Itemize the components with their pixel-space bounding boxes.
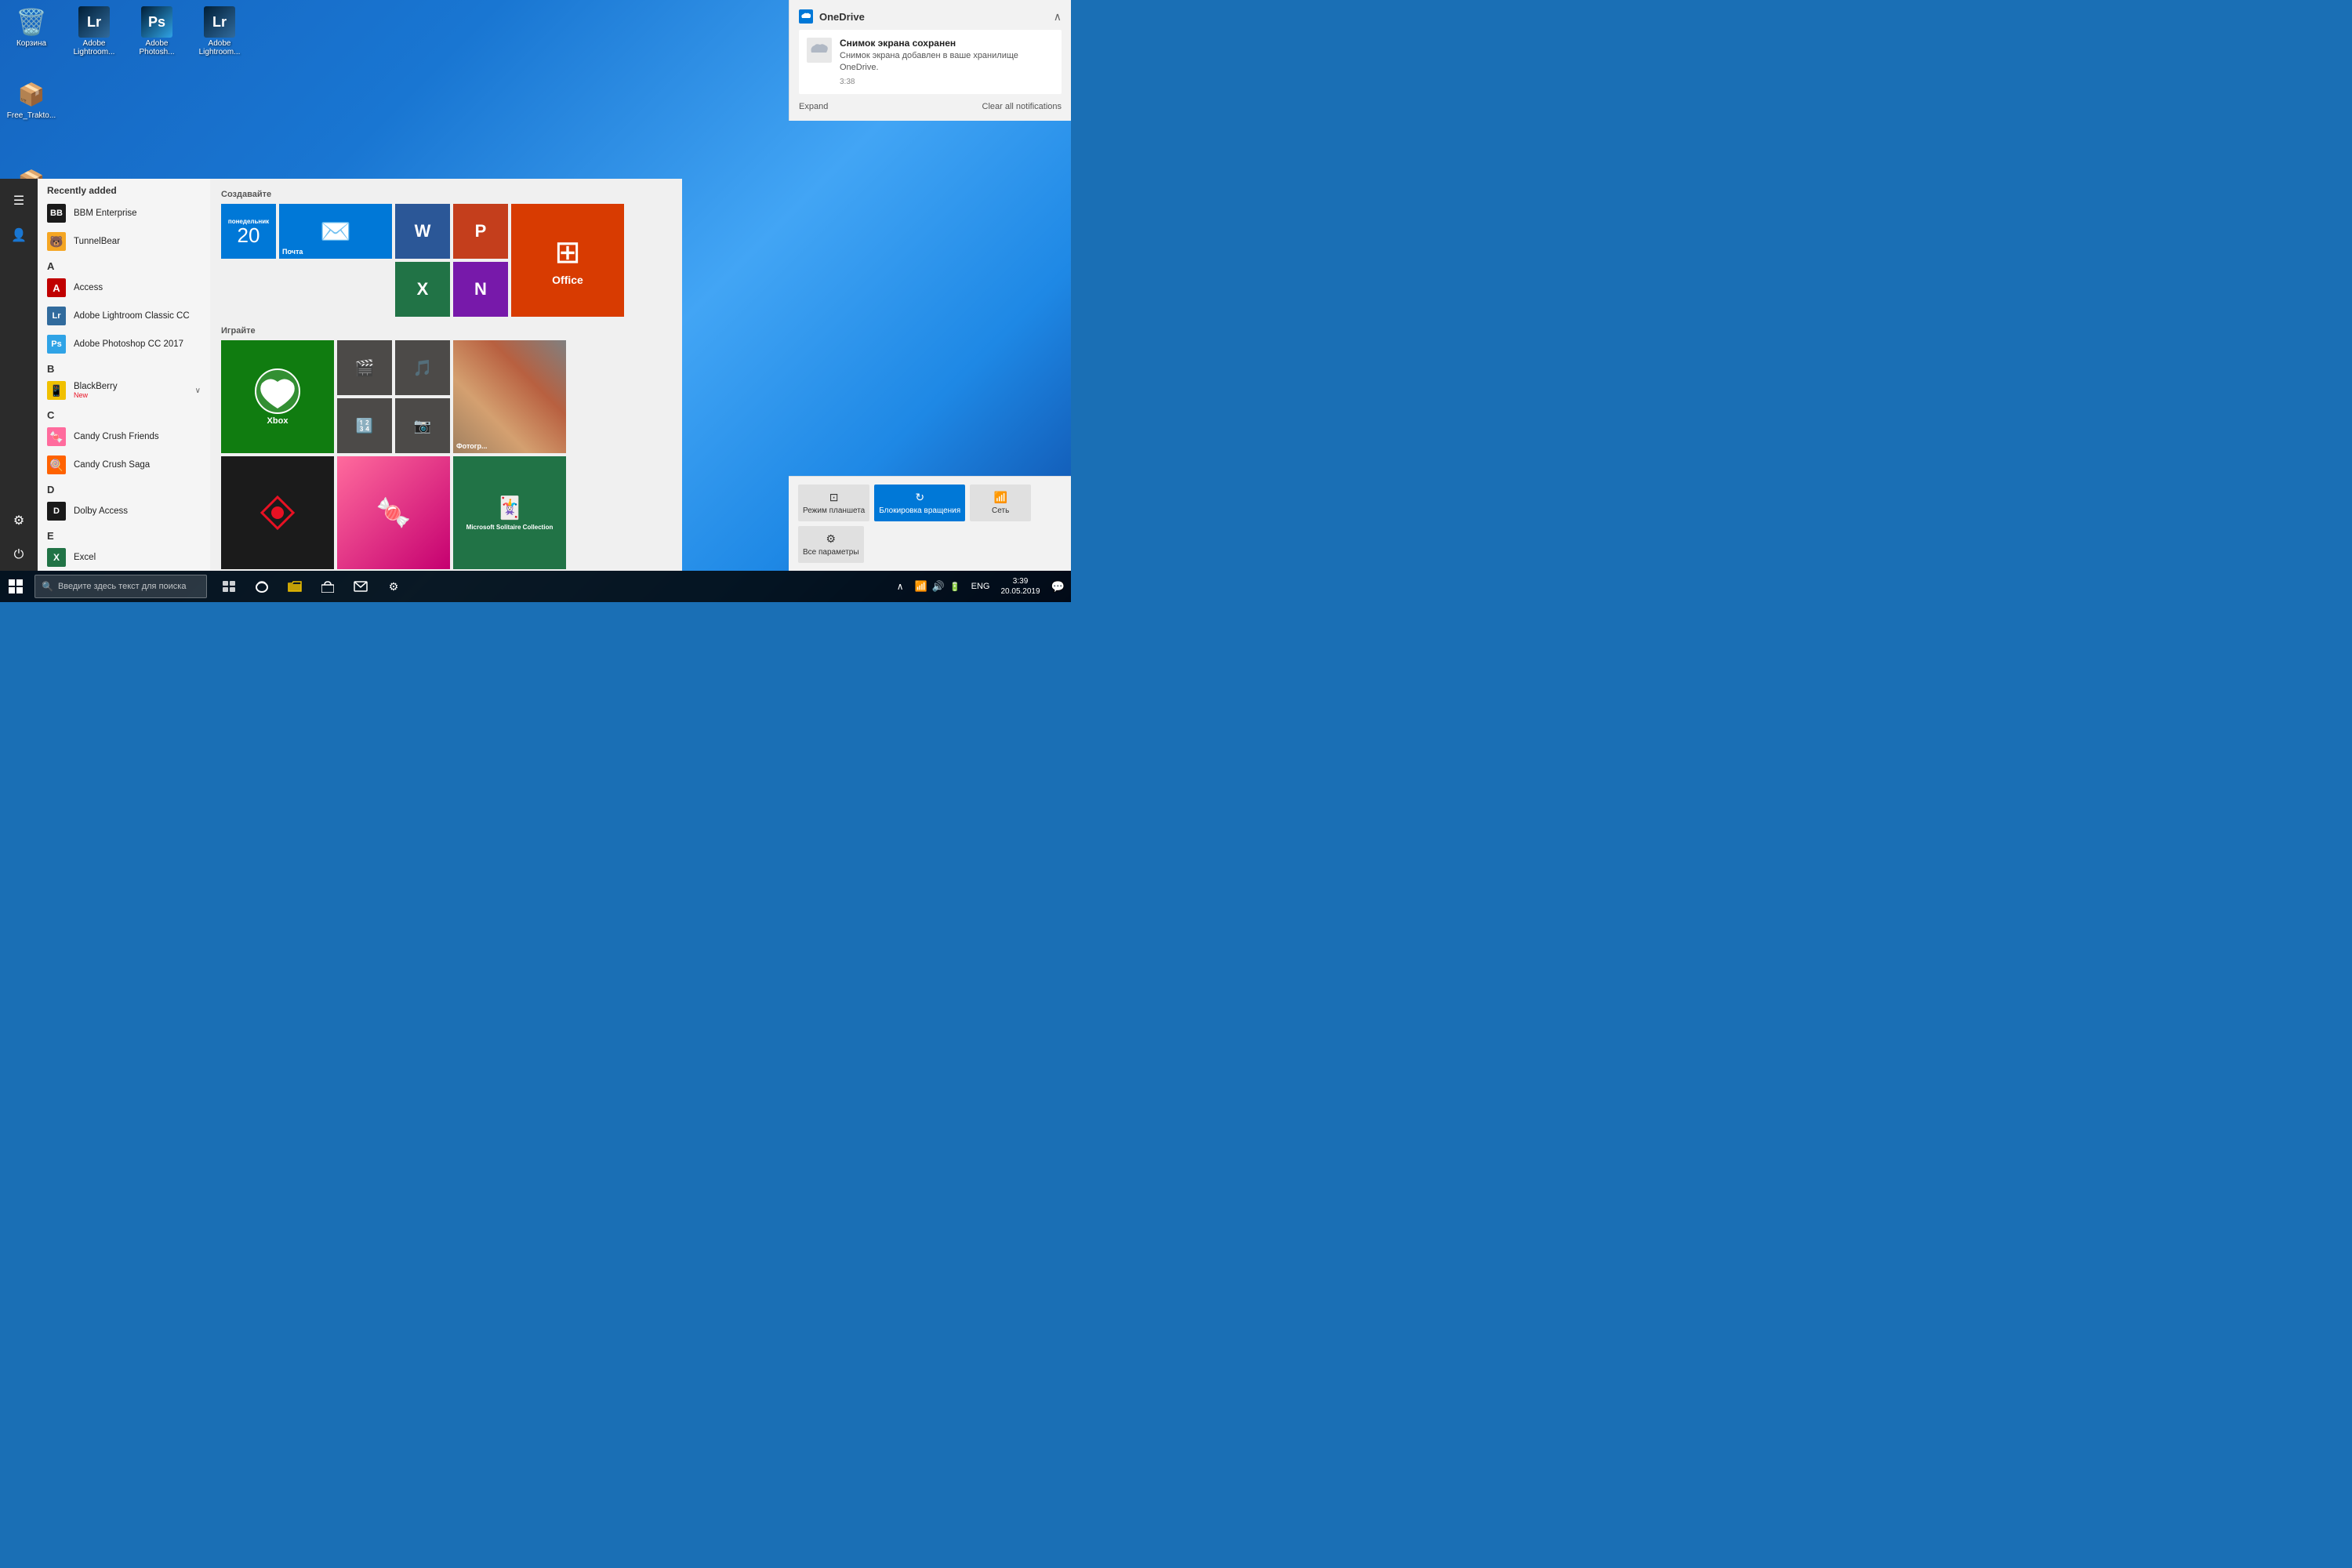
taskbar-taskview[interactable] xyxy=(213,571,245,602)
tiles-section-play: Играйте Xbox 🎬 xyxy=(221,326,671,571)
tile-photos[interactable]: Фотогр... xyxy=(453,340,566,453)
mail-label: Почта xyxy=(282,248,303,256)
onedrive-icon xyxy=(799,9,813,24)
taskbar-tray-icons: 📶 🔊 🔋 xyxy=(910,580,965,593)
taskbar-lang[interactable]: ENG xyxy=(968,571,993,602)
app-item-candy-friends[interactable]: 🍬 Candy Crush Friends xyxy=(38,423,210,451)
taskbar-middle: ⚙ xyxy=(213,571,409,602)
app-item-photoshop[interactable]: Ps Adobe Photoshop CC 2017 xyxy=(38,330,210,358)
taskbar-action-center[interactable]: 💬 xyxy=(1048,571,1068,602)
app-item-lightroom[interactable]: Lr Adobe Lightroom Classic CC xyxy=(38,302,210,330)
tiles-section-create: Создавайте понедельник 20 ✉️ Почта xyxy=(221,190,671,317)
tray-network[interactable]: 📶 xyxy=(915,580,927,593)
notification-body: Снимок экрана сохранен Снимок экрана доб… xyxy=(840,38,1054,86)
app-item-tunnelbear[interactable]: 🐻 TunnelBear xyxy=(38,227,210,256)
app-item-bbm[interactable]: BB BBM Enterprise xyxy=(38,199,210,227)
tile-excel[interactable]: X xyxy=(395,262,450,317)
tile-calc[interactable]: 🔢 xyxy=(337,398,392,453)
app-item-access[interactable]: A Access xyxy=(38,274,210,302)
play-label: Играйте xyxy=(221,326,671,336)
taskbar-chevron[interactable]: ∧ xyxy=(894,571,907,602)
tile-xbox[interactable]: Xbox xyxy=(221,340,334,453)
taskbar-store[interactable] xyxy=(312,571,343,602)
taskbar-edge[interactable] xyxy=(246,571,278,602)
tile-flipboard[interactable] xyxy=(221,456,334,569)
tile-candy-friends[interactable]: 🍬 xyxy=(337,456,450,569)
tile-ppt[interactable]: P xyxy=(453,204,508,259)
taskbar-settings[interactable]: ⚙ xyxy=(378,571,409,602)
notification-header: OneDrive ∧ xyxy=(799,9,1062,24)
taskbar: 🔍 Введите здесь текст для поиска ⚙ ∧ xyxy=(0,571,1071,602)
taskbar-clock[interactable]: 3:39 20.05.2019 xyxy=(996,576,1045,597)
tile-camera[interactable]: 📷 xyxy=(395,398,450,453)
tile-calendar[interactable]: понедельник 20 xyxy=(221,204,276,259)
action-network[interactable]: 📶 Сеть xyxy=(970,485,1031,521)
app-item-candy-saga[interactable]: 🍭 Candy Crush Saga xyxy=(38,451,210,479)
sidebar-power[interactable]: ⏻ xyxy=(3,539,34,571)
app-item-blackberry[interactable]: 📱 BlackBerry New ∨ xyxy=(38,376,210,405)
taskbar-explorer[interactable] xyxy=(279,571,310,602)
start-menu: ☰ 👤 ⚙ ⏻ Recently added BB BBM Enterprise… xyxy=(0,179,682,571)
desktop-icon-free-traktor[interactable]: 📦 Free_Trakto... xyxy=(6,78,56,120)
desktop-icon-lr2[interactable]: Lr Adobe Lightroom... xyxy=(194,6,245,56)
taskbar-time: 3:39 xyxy=(1001,576,1040,586)
tile-movies[interactable]: 🎬 xyxy=(337,340,392,395)
taskbar-right: ∧ 📶 🔊 🔋 ENG 3:39 20.05.2019 💬 xyxy=(894,571,1071,602)
notification-body-text: Снимок экрана добавлен в ваше хранилище … xyxy=(840,50,1054,74)
xbox-label: Xbox xyxy=(267,416,289,426)
section-b: B xyxy=(38,358,210,376)
start-button[interactable] xyxy=(0,571,31,602)
desktop-icon-lr1[interactable]: Lr Adobe Lightroom... xyxy=(69,6,119,56)
tile-solitaire[interactable]: 🃏 Microsoft Solitaire Collection xyxy=(453,456,566,569)
action-rotation-lock[interactable]: ↻ Блокировка вращения xyxy=(874,485,965,521)
tile-word[interactable]: W xyxy=(395,204,450,259)
taskbar-date: 20.05.2019 xyxy=(1001,586,1040,597)
taskbar-search[interactable]: 🔍 Введите здесь текст для поиска xyxy=(34,575,207,598)
action-all-settings[interactable]: ⚙ Все параметры xyxy=(798,526,864,563)
app-item-dolby[interactable]: D Dolby Access xyxy=(38,497,210,525)
tile-onenote[interactable]: N xyxy=(453,262,508,317)
notification-body-title: Снимок экрана сохранен xyxy=(840,38,1054,49)
sidebar-user[interactable]: 👤 xyxy=(3,220,34,251)
tile-office[interactable]: ⊞ Office xyxy=(511,204,624,317)
notification-card: Снимок экрана сохранен Снимок экрана доб… xyxy=(799,30,1062,94)
clear-all-btn[interactable]: Clear all notifications xyxy=(982,102,1062,111)
action-buttons: ⊡ Режим планшета ↻ Блокировка вращения 📶… xyxy=(798,485,1062,563)
desktop-icon-recycle[interactable]: 🗑️ Корзина xyxy=(6,6,56,56)
notification-close-btn[interactable]: ∧ xyxy=(1054,10,1062,24)
notification-app-name: OneDrive xyxy=(819,11,865,23)
section-e: E xyxy=(38,525,210,543)
recently-added-header: Recently added xyxy=(38,179,210,199)
section-c: C xyxy=(38,405,210,423)
office-label: Office xyxy=(552,274,583,286)
app-list: Recently added BB BBM Enterprise 🐻 Tunne… xyxy=(38,179,210,571)
tray-battery: 🔋 xyxy=(949,582,960,592)
tray-volume[interactable]: 🔊 xyxy=(932,580,945,593)
start-sidebar: ☰ 👤 ⚙ ⏻ xyxy=(0,179,38,571)
desktop-icon-ps[interactable]: Ps Adobe Photosh... xyxy=(132,6,182,56)
tile-groove[interactable]: 🎵 xyxy=(395,340,450,395)
tiles-area: Создавайте понедельник 20 ✉️ Почта xyxy=(210,179,682,571)
desktop: 🗑️ Корзина Lr Adobe Lightroom... Ps Adob… xyxy=(0,0,1071,602)
notification-card-icon xyxy=(807,38,832,63)
notification-footer: Expand Clear all notifications xyxy=(799,102,1062,111)
action-tablet-mode[interactable]: ⊡ Режим планшета xyxy=(798,485,869,521)
solitaire-label: Microsoft Solitaire Collection xyxy=(466,524,554,531)
create-label: Создавайте xyxy=(221,190,671,199)
calendar-num: 20 xyxy=(238,225,260,245)
tile-mail[interactable]: ✉️ Почта xyxy=(279,204,392,259)
taskbar-mail[interactable] xyxy=(345,571,376,602)
action-center: ⊡ Режим планшета ↻ Блокировка вращения 📶… xyxy=(789,476,1071,571)
search-icon: 🔍 xyxy=(42,581,53,592)
section-d: D xyxy=(38,479,210,497)
expand-btn[interactable]: Expand xyxy=(799,102,828,111)
notification-time: 3:38 xyxy=(840,78,1054,86)
section-a: A xyxy=(38,256,210,274)
app-item-excel[interactable]: X Excel xyxy=(38,543,210,571)
search-placeholder: Введите здесь текст для поиска xyxy=(58,582,187,591)
sidebar-hamburger[interactable]: ☰ xyxy=(3,185,34,216)
sidebar-settings[interactable]: ⚙ xyxy=(3,505,34,536)
notification-panel: OneDrive ∧ Снимок экрана сохранен Снимок… xyxy=(789,0,1071,121)
